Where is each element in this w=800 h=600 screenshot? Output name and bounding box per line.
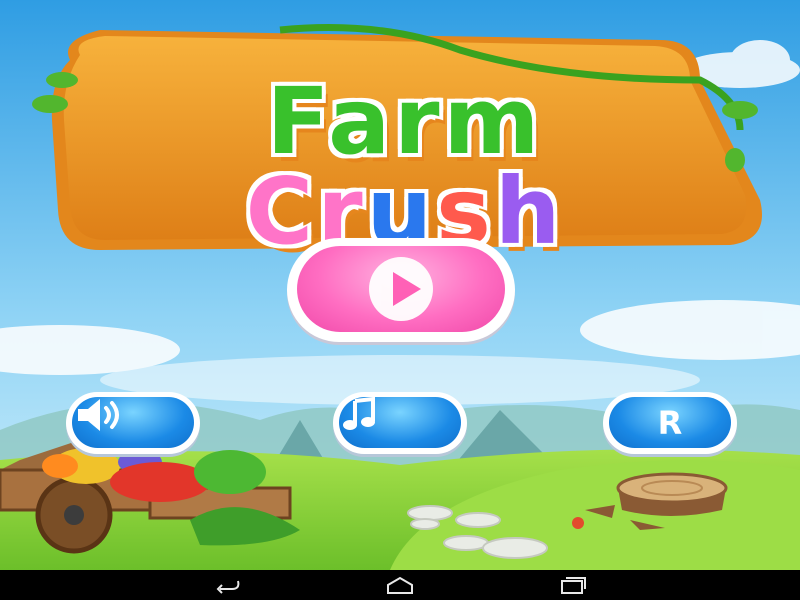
play-icon <box>369 257 433 321</box>
logo-letter: h <box>494 158 565 265</box>
back-arrow-icon <box>216 580 240 594</box>
game-logo: Farm Crush <box>45 28 765 265</box>
music-note-icon <box>343 397 375 430</box>
music-toggle-button[interactable] <box>333 392 467 454</box>
recent-apps-icon <box>561 577 586 594</box>
reset-label: R <box>657 403 683 442</box>
home-button[interactable] <box>380 575 420 595</box>
recent-apps-button[interactable] <box>552 575 592 595</box>
sound-toggle-button[interactable] <box>66 392 200 454</box>
speaker-icon <box>78 399 119 431</box>
home-icon <box>387 576 413 594</box>
reset-button[interactable]: R <box>603 392 737 454</box>
play-button-face <box>297 246 505 332</box>
play-triangle <box>393 272 421 306</box>
game-scene: Farm Crush R <box>0 0 800 570</box>
play-button[interactable] <box>287 238 515 342</box>
back-button[interactable] <box>208 575 248 595</box>
android-navigation-bar <box>0 570 800 600</box>
